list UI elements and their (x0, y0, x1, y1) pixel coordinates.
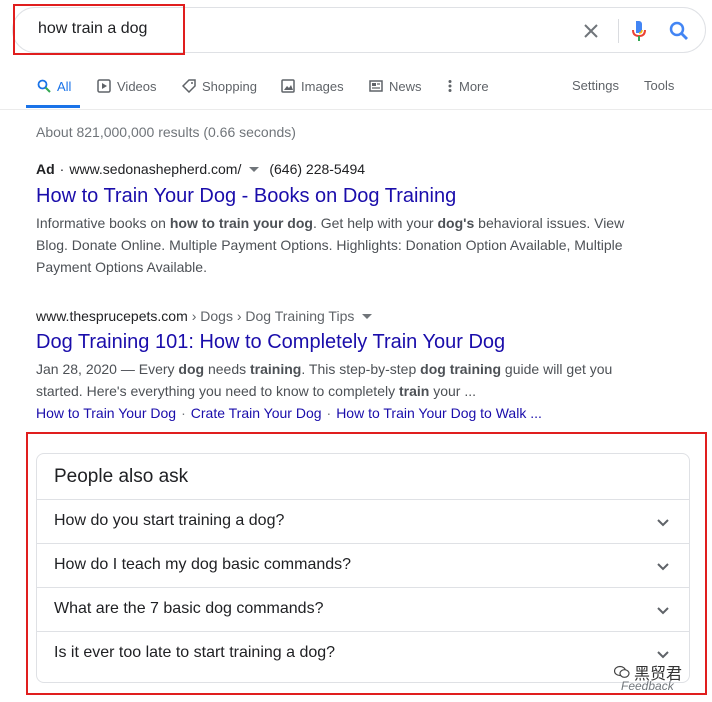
paa-question[interactable]: How do I teach my dog basic commands? (37, 543, 689, 587)
tab-label: Shopping (202, 78, 257, 94)
result-stats: About 821,000,000 results (0.66 seconds) (36, 124, 296, 140)
result-snippet: Jan 28, 2020 — Every dog needs training.… (36, 361, 613, 399)
chevron-down-icon[interactable] (249, 166, 260, 172)
tab-label: All (57, 78, 72, 94)
image-icon (280, 78, 296, 94)
paa-question[interactable]: Is it ever too late to start training a … (37, 631, 689, 675)
ad-snippet: Informative books on how to train your d… (36, 215, 625, 275)
search-icon[interactable] (667, 19, 691, 43)
separator-dot: · (181, 405, 186, 421)
more-vert-icon (446, 78, 454, 94)
chevron-down-icon[interactable] (362, 313, 373, 319)
result-cite: www.thesprucepets.com › Dogs › Dog Train… (36, 308, 382, 324)
ad-url: www.sedonashepherd.com/ (69, 161, 242, 177)
tabs-divider (0, 109, 712, 110)
sitelink[interactable]: How to Train Your Dog (36, 405, 176, 421)
paa-heading: People also ask (54, 466, 189, 487)
active-tab-indicator (26, 105, 80, 108)
chevron-down-icon (657, 519, 669, 527)
tools-link[interactable]: Tools (644, 78, 674, 93)
tab-more[interactable]: More (446, 78, 489, 94)
tab-label: More (459, 78, 489, 94)
settings-link[interactable]: Settings (572, 78, 619, 93)
chevron-down-icon (657, 563, 669, 571)
video-icon (96, 78, 112, 94)
result-sitelinks: How to Train Your Dog · Crate Train Your… (36, 405, 542, 421)
result-site: www.thesprucepets.com (36, 308, 188, 324)
paa-question-text: How do I teach my dog basic commands? (54, 556, 352, 573)
paa-question-text: How do you start training a dog? (54, 512, 285, 529)
sitelink[interactable]: Crate Train Your Dog (191, 405, 322, 421)
result-title-link[interactable]: Dog Training 101: How to Completely Trai… (36, 331, 505, 354)
search-tabs: All Videos Shopping Images News More Set… (26, 74, 712, 110)
breadcrumb: › Dogs › Dog Training Tips (191, 308, 355, 324)
ad-title-link[interactable]: How to Train Your Dog - Books on Dog Tra… (36, 185, 456, 208)
sitelink[interactable]: How to Train Your Dog to Walk ... (336, 405, 542, 421)
tab-label: News (389, 78, 422, 94)
chevron-down-icon (657, 607, 669, 615)
tab-images[interactable]: Images (280, 78, 344, 94)
tag-icon (181, 78, 197, 94)
separator-dot: · (326, 405, 332, 421)
paa-question-text: What are the 7 basic dog commands? (54, 600, 324, 617)
search-icon (36, 78, 52, 94)
tab-label: Images (301, 78, 344, 94)
ad-header: Ad · www.sedonashepherd.com/ (646) 228-5… (36, 161, 365, 177)
highlight-box-search (13, 4, 185, 55)
separator-dot: · (59, 161, 65, 177)
tools-label: Tools (644, 78, 675, 93)
paa-question-text: Is it ever too late to start training a … (54, 644, 336, 661)
ad-badge: Ad (36, 161, 55, 177)
settings-label: Settings (572, 78, 619, 93)
mic-icon[interactable] (627, 19, 651, 43)
people-also-ask: People also ask How do you start trainin… (36, 453, 690, 683)
wechat-icon (614, 665, 630, 678)
tab-label: Videos (117, 78, 157, 94)
paa-question[interactable]: How do you start training a dog? (37, 499, 689, 543)
close-icon[interactable] (579, 19, 603, 43)
tab-shopping[interactable]: Shopping (181, 78, 257, 94)
paa-question[interactable]: What are the 7 basic dog commands? (37, 587, 689, 631)
tab-videos[interactable]: Videos (96, 78, 157, 94)
ad-phone[interactable]: (646) 228-5494 (269, 161, 365, 177)
tab-news[interactable]: News (368, 78, 422, 94)
feedback-link[interactable]: Feedback (621, 679, 674, 693)
news-icon (368, 78, 384, 94)
tab-all[interactable]: All (36, 78, 71, 94)
search-divider (618, 19, 619, 43)
